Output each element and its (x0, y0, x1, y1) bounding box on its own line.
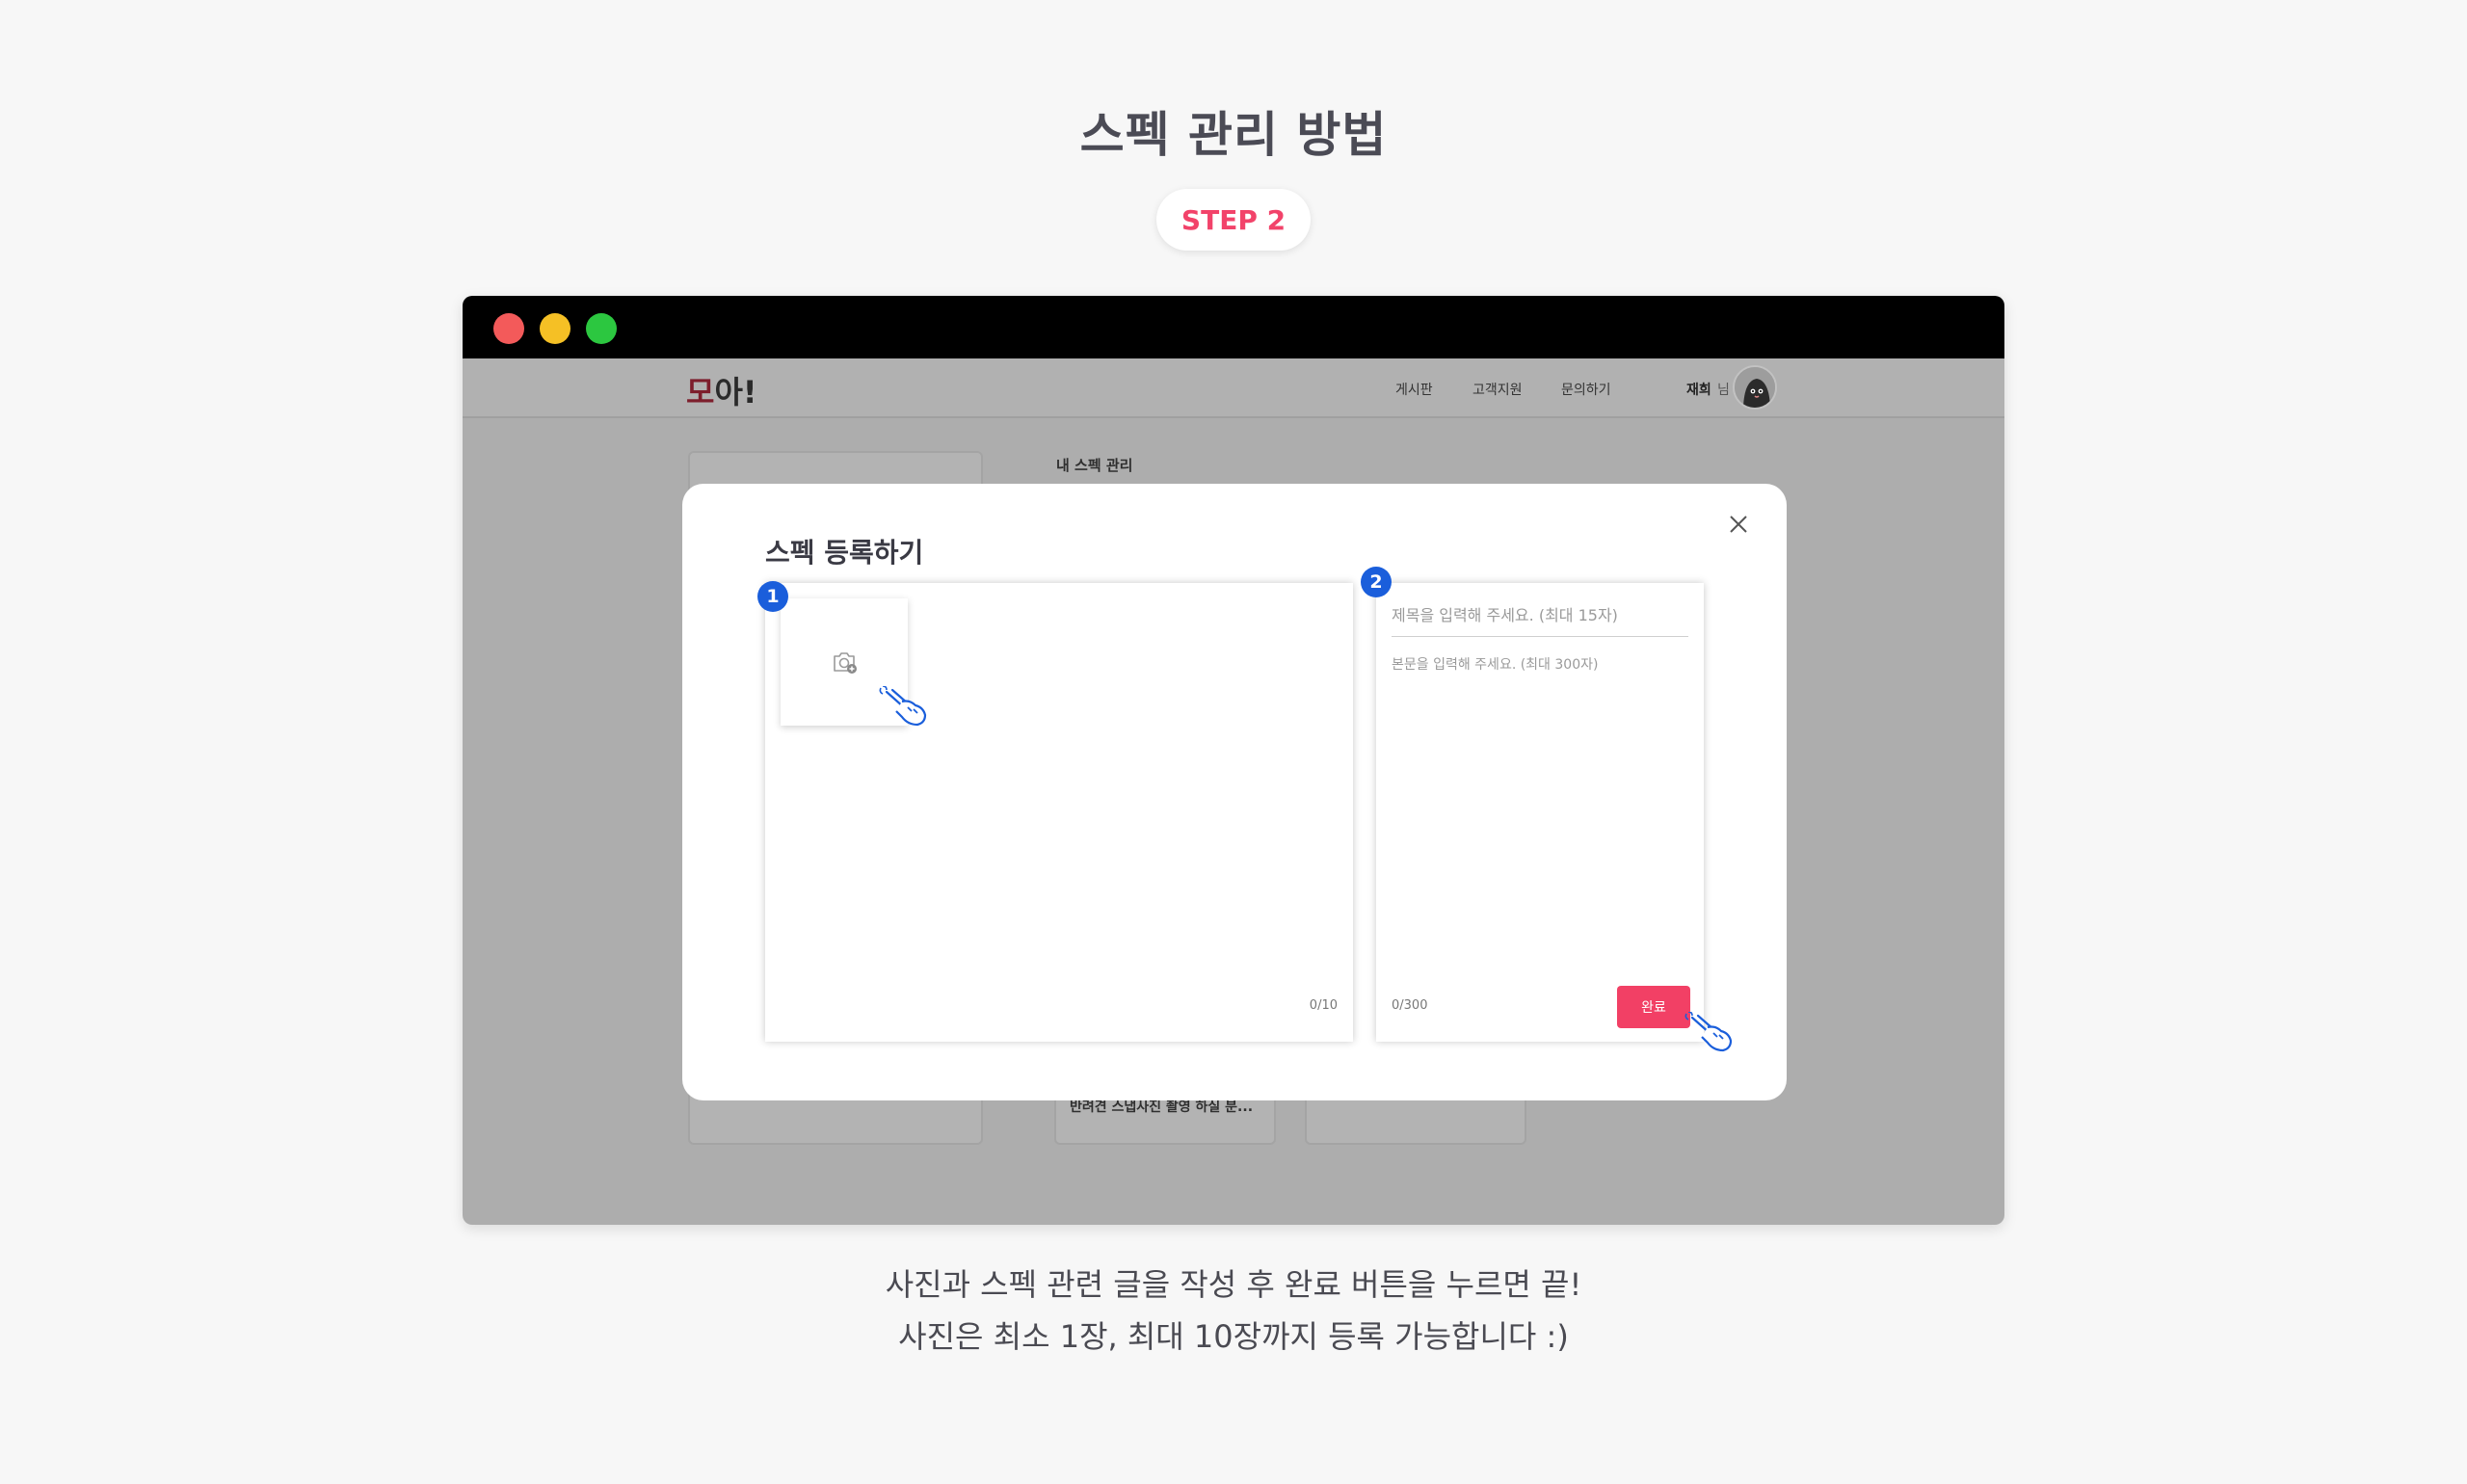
bg-section-title: 내 스펙 관리 (1056, 457, 1133, 474)
logo-suffix: 아! (714, 374, 757, 411)
avatar[interactable] (1733, 365, 1777, 410)
browser-titlebar (463, 296, 2004, 358)
step-badge: STEP 2 (1156, 189, 1311, 251)
user-name: 재희 (1686, 383, 1711, 398)
done-button[interactable]: 완료 (1617, 986, 1690, 1028)
body-input[interactable] (1392, 654, 1688, 982)
text-counter: 0/300 (1392, 998, 1428, 1013)
browser-window: 모아! 게시판 고객지원 문의하기 재희 님 내 스펙 관리 반려견 스냅사진 … (463, 296, 2004, 1225)
step-1-badge: 1 (757, 581, 788, 612)
nav-inquiry[interactable]: 문의하기 (1561, 380, 1611, 399)
logo-prefix: 모 (686, 374, 715, 411)
window-maximize-dot[interactable] (586, 313, 617, 344)
app-logo[interactable]: 모아! (686, 368, 757, 412)
caption-line-1: 사진과 스펙 관련 글을 작성 후 완료 버튼을 누르면 끝! (885, 1266, 1582, 1303)
close-icon[interactable] (1719, 505, 1758, 543)
photo-panel: 0/10 (765, 583, 1353, 1042)
app-viewport: 모아! 게시판 고객지원 문의하기 재희 님 내 스펙 관리 반려견 스냅사진 … (463, 358, 2004, 1225)
photo-counter: 0/10 (1309, 998, 1338, 1013)
camera-plus-icon (834, 652, 857, 674)
text-panel: 0/300 완료 (1376, 583, 1704, 1042)
spec-register-modal: 스펙 등록하기 0/10 1 제목을 입력해 주세요. (최대 15자) 본문을… (682, 484, 1787, 1100)
modal-title: 스펙 등록하기 (765, 537, 924, 569)
caption-line-2: 사진은 최소 1장, 최대 10장까지 등록 가능합니다 :) (898, 1318, 1569, 1355)
hand-pointer-icon (879, 686, 927, 727)
title-input[interactable] (1392, 595, 1688, 637)
app-header: 모아! 게시판 고객지원 문의하기 재희 님 (463, 358, 2004, 418)
window-close-dot[interactable] (493, 313, 524, 344)
user-suffix: 님 (1717, 383, 1730, 398)
page-title: 스펙 관리 방법 (1079, 107, 1388, 163)
nav-support[interactable]: 고객지원 (1472, 380, 1523, 399)
step-2-badge: 2 (1361, 567, 1392, 597)
avatar-character-icon (1735, 367, 1775, 408)
window-minimize-dot[interactable] (540, 313, 570, 344)
nav-board[interactable]: 게시판 (1395, 380, 1433, 399)
hand-pointer-icon (1684, 1012, 1733, 1052)
